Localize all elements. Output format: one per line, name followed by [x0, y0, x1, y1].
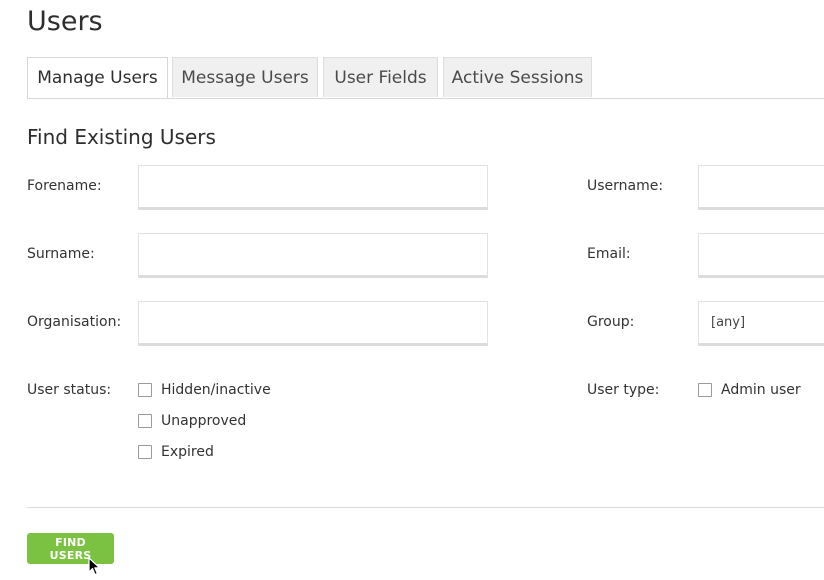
- expired-label: Expired: [161, 444, 214, 460]
- group-select[interactable]: [any]: [698, 301, 824, 346]
- hidden-inactive-label: Hidden/inactive: [161, 382, 271, 398]
- unapproved-checkbox[interactable]: [138, 414, 152, 428]
- tab-bar: Manage Users Message Users User Fields A…: [27, 57, 824, 99]
- user-type-label: User type:: [587, 382, 660, 398]
- form-divider: [27, 507, 824, 508]
- section-title: Find Existing Users: [27, 125, 216, 149]
- admin-user-option[interactable]: Admin user: [698, 380, 801, 400]
- username-input[interactable]: [698, 165, 824, 210]
- tab-message-users[interactable]: Message Users: [172, 57, 318, 97]
- organisation-input[interactable]: [138, 301, 488, 346]
- surname-label: Surname:: [27, 246, 95, 262]
- user-status-label: User status:: [27, 382, 112, 398]
- unapproved-option[interactable]: Unapproved: [138, 411, 246, 431]
- mouse-cursor-icon: [88, 557, 101, 576]
- group-select-value: [any]: [711, 315, 746, 330]
- tab-active-sessions[interactable]: Active Sessions: [443, 57, 592, 97]
- page-title: Users: [27, 6, 103, 37]
- tab-manage-users[interactable]: Manage Users: [27, 57, 168, 98]
- group-label: Group:: [587, 314, 635, 330]
- expired-option[interactable]: Expired: [138, 442, 214, 462]
- hidden-inactive-option[interactable]: Hidden/inactive: [138, 380, 271, 400]
- tab-user-fields[interactable]: User Fields: [323, 57, 438, 97]
- forename-label: Forename:: [27, 178, 102, 194]
- organisation-label: Organisation:: [27, 314, 122, 330]
- unapproved-label: Unapproved: [161, 413, 247, 429]
- email-input[interactable]: [698, 233, 824, 278]
- surname-input[interactable]: [138, 233, 488, 278]
- username-label: Username:: [587, 178, 664, 194]
- expired-checkbox[interactable]: [138, 445, 152, 459]
- hidden-inactive-checkbox[interactable]: [138, 383, 152, 397]
- email-label: Email:: [587, 246, 631, 262]
- admin-user-checkbox[interactable]: [698, 383, 712, 397]
- forename-input[interactable]: [138, 165, 488, 210]
- admin-user-label: Admin user: [721, 382, 801, 398]
